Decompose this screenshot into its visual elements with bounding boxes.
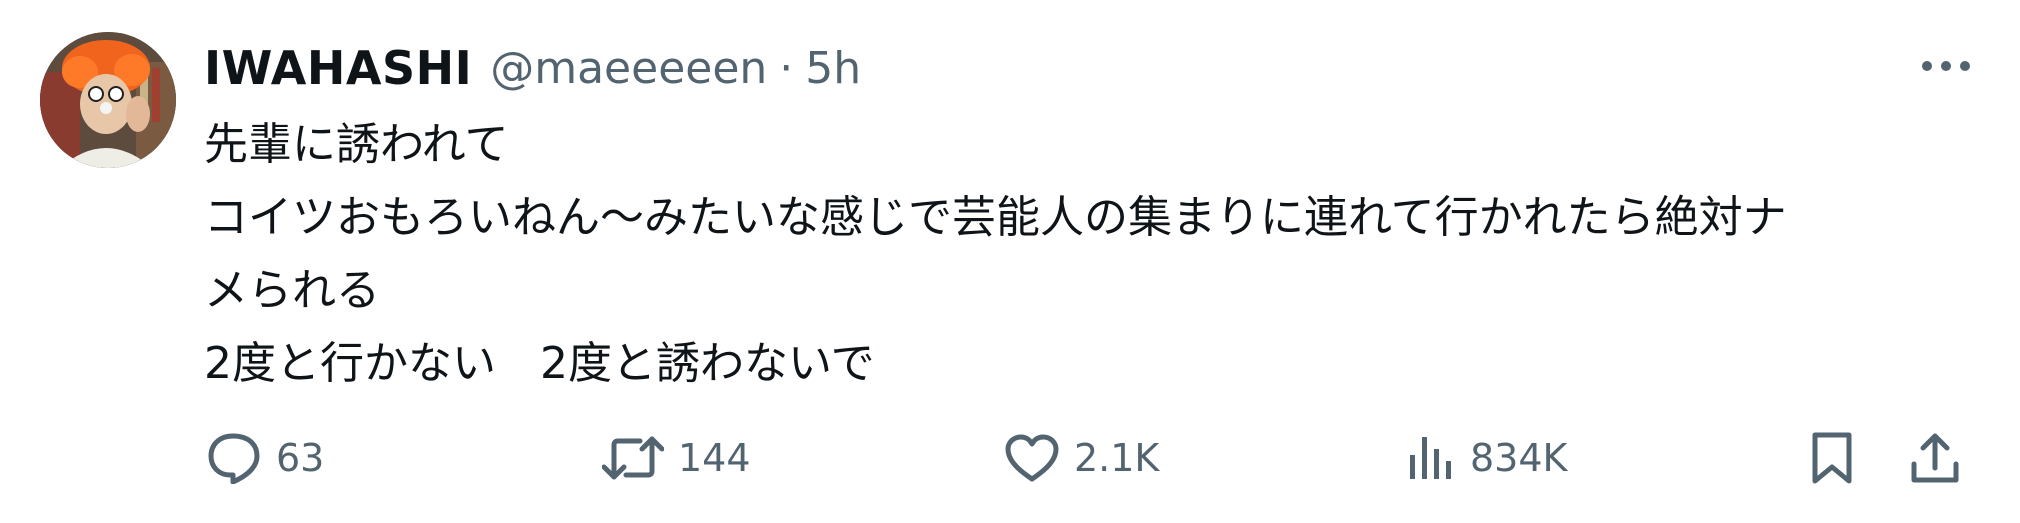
views-button[interactable]: 834K [1406, 428, 1567, 488]
timestamp[interactable]: 5h [805, 43, 861, 94]
comment-bubble-icon [206, 432, 262, 484]
tweet-text-line: コイツおもろいねん〜みたいな感じで芸能人の集まりに連れて行かれたら絶対ナ [204, 192, 1787, 243]
bar-chart-icon [1406, 433, 1456, 483]
separator-dot: · [779, 42, 794, 94]
tweet-text-line: 2度と行かない 2度と誘わないで [204, 338, 875, 389]
bookmark-icon [1810, 431, 1854, 485]
tweet-header: IWAHASHI @maeeeeen · 5h [204, 36, 861, 100]
heart-icon [1004, 433, 1060, 483]
repost-button[interactable]: 144 [602, 428, 751, 488]
repost-icon [602, 433, 664, 483]
share-button[interactable] [1910, 428, 1960, 488]
reply-button[interactable]: 63 [206, 428, 324, 488]
share-icon [1910, 432, 1960, 484]
user-handle[interactable]: @maeeeeen [490, 43, 767, 94]
tweet-text: 先輩に誘われて コイツおもろいねん〜みたいな感じで芸能人の集まりに連れて行かれた… [204, 108, 1964, 400]
tweet-card[interactable]: IWAHASHI @maeeeeen · 5h 先輩に誘われて コイツおもろいね… [0, 0, 2020, 523]
bookmark-button[interactable] [1810, 428, 1854, 488]
more-horizontal-icon [1921, 60, 1971, 72]
reply-count: 63 [276, 436, 325, 480]
repost-count: 144 [678, 436, 751, 480]
display-name[interactable]: IWAHASHI [204, 41, 472, 95]
tweet-text-line: 先輩に誘われて [204, 119, 509, 170]
action-bar: 63 144 2.1K 834K [0, 428, 2020, 488]
avatar-image [40, 32, 176, 168]
more-options-button[interactable] [1916, 46, 1976, 86]
tweet-text-line: メられる [204, 265, 380, 316]
avatar[interactable] [40, 32, 176, 168]
like-count: 2.1K [1074, 436, 1160, 480]
like-button[interactable]: 2.1K [1004, 428, 1159, 488]
view-count: 834K [1470, 436, 1568, 480]
